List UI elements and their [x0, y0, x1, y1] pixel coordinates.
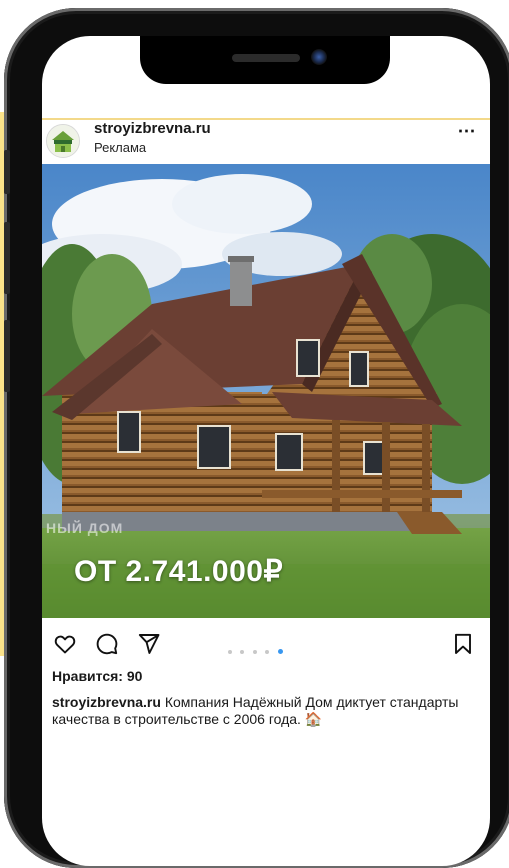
avatar[interactable]: [46, 124, 80, 158]
phone-screen: stroyizbrevna.ru Реклама ⋯ НЫЙ ДОМ ОТ 2.…: [42, 36, 490, 866]
volume-down-button: [4, 320, 10, 392]
carousel-dot: [228, 650, 232, 654]
carousel-dot: [252, 650, 257, 654]
log-house-photo: [42, 164, 490, 618]
post-action-bar: [42, 628, 490, 658]
heart-icon[interactable]: [52, 632, 78, 656]
more-options-icon[interactable]: ⋯: [454, 122, 480, 144]
sponsored-label[interactable]: Реклама: [94, 140, 146, 155]
price-overlay: ОТ 2.741.000₽: [74, 555, 284, 588]
bookmark-icon[interactable]: [450, 632, 476, 656]
comment-icon[interactable]: [94, 632, 120, 656]
post-header: stroyizbrevna.ru Реклама ⋯: [42, 120, 490, 166]
house-logo-icon: [47, 125, 79, 157]
speaker-grille: [232, 54, 300, 62]
carousel-dot: [240, 650, 245, 654]
image-watermark: НЫЙ ДОМ: [46, 520, 124, 536]
front-camera: [311, 49, 327, 65]
likes-count[interactable]: Нравится: 90: [52, 668, 142, 684]
share-icon[interactable]: [136, 632, 162, 656]
mute-switch: [4, 150, 10, 194]
phone-notch: [140, 36, 390, 84]
caption-username[interactable]: stroyizbrevna.ru: [52, 694, 161, 710]
carousel-dot-active: [277, 649, 283, 654]
post-image[interactable]: НЫЙ ДОМ ОТ 2.741.000₽: [42, 164, 490, 618]
carousel-dot: [265, 650, 270, 654]
post-caption: stroyizbrevna.ru Компания Надёжный Дом д…: [52, 694, 472, 728]
post-username[interactable]: stroyizbrevna.ru: [94, 120, 211, 137]
volume-up-button: [4, 222, 10, 294]
carousel-indicator: [228, 641, 287, 654]
phone-frame: stroyizbrevna.ru Реклама ⋯ НЫЙ ДОМ ОТ 2.…: [4, 8, 509, 868]
